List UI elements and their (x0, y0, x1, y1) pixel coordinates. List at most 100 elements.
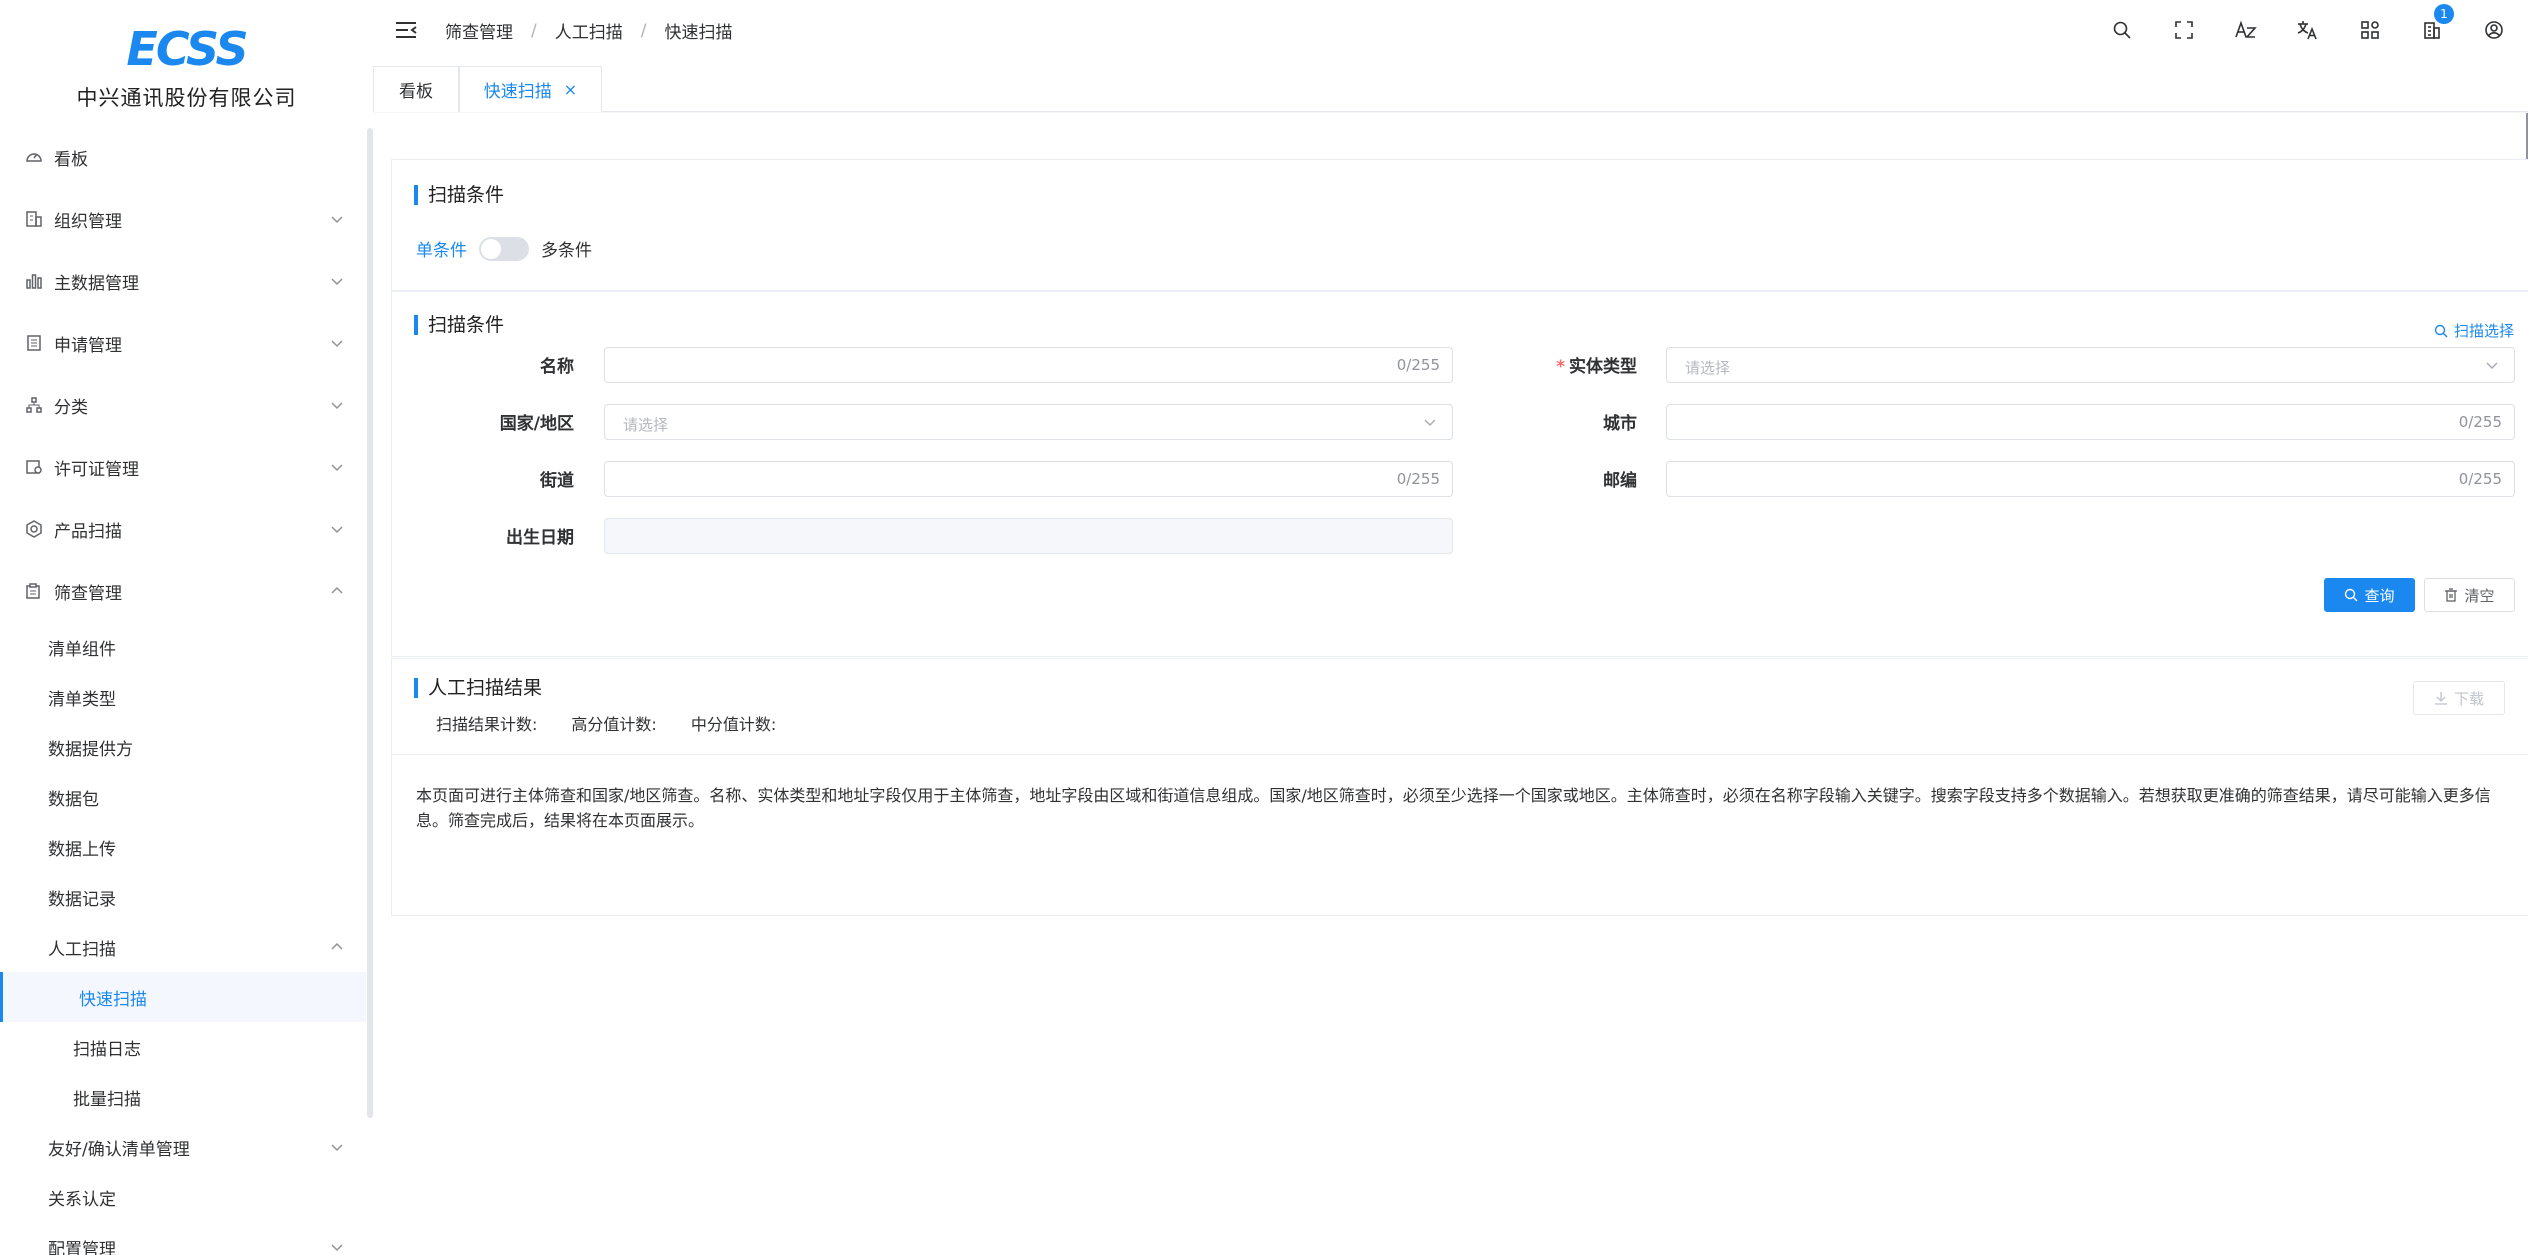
country-select[interactable]: 请选择 (604, 404, 1453, 440)
download-button-label: 下载 (2453, 689, 2484, 708)
entity-type-label-text: 实体类型 (1569, 357, 1637, 377)
name-input[interactable]: 0/255 (604, 347, 1453, 383)
sidebar-item-label: 申请管理 (54, 335, 122, 356)
document-icon (24, 333, 44, 353)
section-title: 扫描条件 (414, 184, 504, 206)
search-icon (2434, 324, 2448, 337)
sidebar-menu: 看板 组织管理 主数据管理 申请管理 分类 许可证管理 产品扫描 筛查管理 清单… (0, 126, 366, 1255)
sidebar-item-master-data[interactable]: 主数据管理 (0, 250, 366, 312)
breadcrumb: 筛查管理 / 人工扫描 / 快速扫描 (445, 18, 732, 44)
breadcrumb-separator: / (640, 20, 647, 41)
sidebar-item-label: 组织管理 (54, 211, 122, 232)
sidebar-item-quick-scan[interactable]: 快速扫描 (0, 972, 366, 1022)
search-icon[interactable] (2110, 18, 2134, 42)
entity-type-select[interactable]: 请选择 (1666, 347, 2515, 383)
sidebar-item-application[interactable]: 申请管理 (0, 312, 366, 374)
chevron-down-icon (331, 526, 343, 534)
chevron-down-icon (331, 216, 343, 224)
dashboard-icon (24, 147, 44, 167)
clear-button-label: 清空 (2464, 586, 2495, 605)
tab-dashboard[interactable]: 看板 (373, 66, 459, 112)
sidebar-item-label: 看板 (54, 149, 88, 170)
sidebar-item-label: 筛查管理 (54, 583, 122, 604)
sidebar-item-data-package[interactable]: 数据包 (0, 772, 366, 822)
sidebar-item-data-record[interactable]: 数据记录 (0, 872, 366, 922)
sidebar-item-product-scan[interactable]: 产品扫描 (0, 498, 366, 560)
query-button[interactable]: 查询 (2324, 578, 2415, 612)
clear-button[interactable]: 清空 (2424, 578, 2515, 612)
city-input[interactable]: 0/255 (1666, 404, 2515, 440)
sidebar-item-category[interactable]: 分类 (0, 374, 366, 436)
street-input[interactable]: 0/255 (604, 461, 1453, 497)
building-icon[interactable]: 1 (2420, 4, 2454, 42)
breadcrumb-item[interactable]: 筛查管理 (445, 18, 513, 43)
birth-date-input[interactable] (604, 518, 1453, 554)
user-icon[interactable] (2482, 18, 2506, 42)
sidebar-item-relationship[interactable]: 关系认定 (0, 1172, 366, 1222)
sidebar-item-batch-scan[interactable]: 批量扫描 (0, 1072, 366, 1122)
postcode-input[interactable]: 0/255 (1666, 461, 2515, 497)
chevron-up-icon (331, 586, 343, 594)
close-icon[interactable]: × (564, 80, 577, 99)
layout-icon[interactable] (2358, 18, 2382, 42)
chevron-down-icon (331, 1244, 343, 1252)
trash-icon (2445, 588, 2458, 602)
results-card: 人工扫描结果 下载 扫描结果计数: 高分值计数: 中分值计数: 本页面可进行主体… (391, 658, 2528, 916)
chevron-down-icon (331, 340, 343, 348)
high-score-count: 高分值计数: (571, 715, 657, 734)
tabs-bar: 看板 快速扫描 × (373, 62, 2528, 112)
scan-form-card: 扫描条件 扫描选择 名称 0/255 * 实体类型 请选择 国家/地区 请选择 城… (391, 291, 2528, 657)
scan-mode-switch-row: 单条件 多条件 (416, 236, 592, 261)
breadcrumb-item[interactable]: 人工扫描 (555, 18, 623, 43)
sidebar-item-label: 友好/确认清单管理 (48, 1139, 190, 1160)
sidebar-item-friendly-list[interactable]: 友好/确认清单管理 (0, 1122, 366, 1172)
gear-icon (24, 519, 44, 539)
street-label: 街道 (540, 471, 574, 491)
sidebar-item-list-type[interactable]: 清单类型 (0, 672, 366, 722)
sidebar-item-license[interactable]: 许可证管理 (0, 436, 366, 498)
sidebar-item-label: 数据记录 (48, 889, 116, 910)
font-size-icon[interactable] (2234, 18, 2258, 42)
sidebar-item-label: 配置管理 (48, 1239, 116, 1255)
char-count: 0/255 (2458, 470, 2502, 488)
chevron-down-icon (331, 402, 343, 410)
notification-badge: 1 (2434, 4, 2454, 24)
single-condition-label[interactable]: 单条件 (416, 236, 467, 261)
sidebar-item-scan-log[interactable]: 扫描日志 (0, 1022, 366, 1072)
country-label: 国家/地区 (499, 414, 574, 434)
tab-quick-scan[interactable]: 快速扫描 × (459, 66, 602, 112)
sidebar-item-config[interactable]: 配置管理 (0, 1222, 366, 1255)
scan-select-link[interactable]: 扫描选择 (2434, 320, 2514, 341)
scan-mode-toggle[interactable] (479, 236, 529, 261)
multi-condition-label[interactable]: 多条件 (541, 236, 592, 261)
menu-collapse-icon[interactable] (395, 20, 417, 40)
sidebar: ECSS 中兴通讯股份有限公司 看板 组织管理 主数据管理 申请管理 分类 许可… (0, 0, 373, 1255)
sidebar-item-dashboard[interactable]: 看板 (0, 126, 366, 188)
sidebar-item-label: 数据上传 (48, 839, 116, 860)
download-button[interactable]: 下载 (2413, 681, 2505, 715)
sidebar-item-org[interactable]: 组织管理 (0, 188, 366, 250)
chevron-down-icon (2486, 362, 2498, 369)
tree-icon (24, 395, 44, 415)
char-count: 0/255 (1396, 356, 1440, 374)
main-content: 扫描条件 单条件 多条件 扫描条件 扫描选择 名称 0/255 * 实体类型 请选… (373, 113, 2528, 1255)
postcode-label: 邮编 (1603, 471, 1637, 491)
char-count: 0/255 (2458, 413, 2502, 431)
logo-mark: ECSS (126, 22, 248, 76)
chart-icon (24, 271, 44, 291)
sidebar-item-list-component[interactable]: 清单组件 (0, 622, 366, 672)
city-label: 城市 (1603, 414, 1637, 434)
translate-icon[interactable] (2296, 18, 2320, 42)
fullscreen-icon[interactable] (2172, 18, 2196, 42)
sidebar-item-data-upload[interactable]: 数据上传 (0, 822, 366, 872)
toggle-knob (481, 238, 501, 259)
org-icon (24, 209, 44, 229)
app-root: ECSS 中兴通讯股份有限公司 看板 组织管理 主数据管理 申请管理 分类 许可… (0, 0, 2528, 1255)
sidebar-item-label: 快速扫描 (79, 989, 147, 1010)
sidebar-item-manual-scan[interactable]: 人工扫描 (0, 922, 366, 972)
screening-icon (24, 581, 44, 601)
sidebar-item-data-provider[interactable]: 数据提供方 (0, 722, 366, 772)
sidebar-item-screening[interactable]: 筛查管理 (0, 560, 366, 622)
chevron-up-icon (331, 942, 343, 950)
sidebar-item-label: 主数据管理 (54, 273, 139, 294)
